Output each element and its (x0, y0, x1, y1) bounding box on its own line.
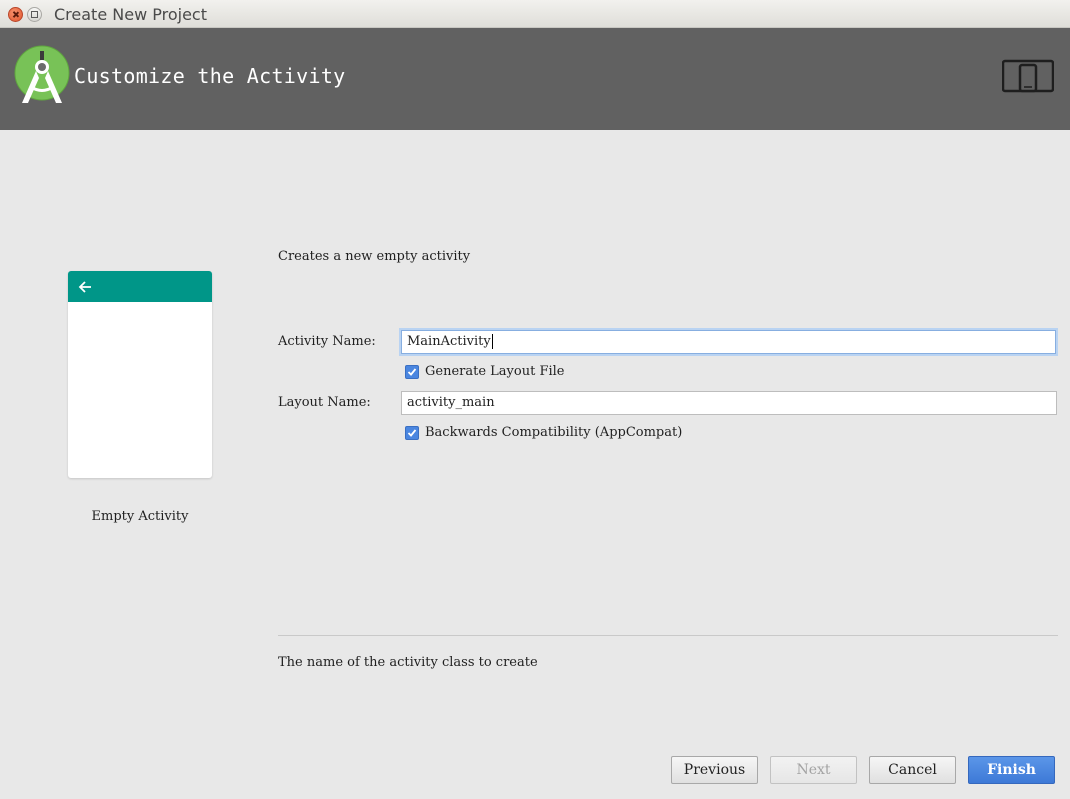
activity-name-label: Activity Name: (278, 334, 376, 349)
backwards-compat-checkbox[interactable] (405, 426, 419, 440)
backwards-compat-label: Backwards Compatibility (AppCompat) (425, 425, 683, 440)
generate-layout-label: Generate Layout File (425, 364, 565, 379)
layout-name-label: Layout Name: (278, 395, 371, 410)
window-close-button[interactable] (8, 7, 23, 22)
window-titlebar: Create New Project (0, 0, 1070, 28)
android-studio-logo-icon (14, 45, 70, 103)
help-text: The name of the activity class to create (278, 655, 538, 670)
activity-preview (68, 271, 212, 478)
layout-name-field[interactable]: activity_main (401, 391, 1057, 415)
previous-button[interactable]: Previous (671, 756, 758, 784)
generate-layout-checkbox[interactable] (405, 365, 419, 379)
activity-name-value: MainActivity (407, 334, 491, 349)
checkmark-icon (407, 368, 417, 376)
divider (278, 635, 1058, 636)
page-title: Customize the Activity (74, 64, 346, 88)
template-description: Creates a new empty activity (278, 249, 471, 264)
window-title: Create New Project (54, 5, 207, 24)
checkmark-icon (407, 429, 417, 437)
window-maximize-button[interactable] (27, 7, 42, 22)
next-button[interactable]: Next (770, 756, 857, 784)
finish-button[interactable]: Finish (968, 756, 1055, 784)
layout-name-value: activity_main (407, 395, 495, 410)
preview-app-bar (68, 271, 212, 302)
phone-tablet-icon (1002, 59, 1054, 93)
wizard-header: Customize the Activity (0, 28, 1070, 130)
activity-name-field[interactable]: MainActivity (401, 330, 1056, 354)
back-arrow-icon (78, 281, 91, 293)
text-caret (491, 334, 493, 349)
cancel-button[interactable]: Cancel (869, 756, 956, 784)
preview-label: Empty Activity (91, 509, 189, 524)
